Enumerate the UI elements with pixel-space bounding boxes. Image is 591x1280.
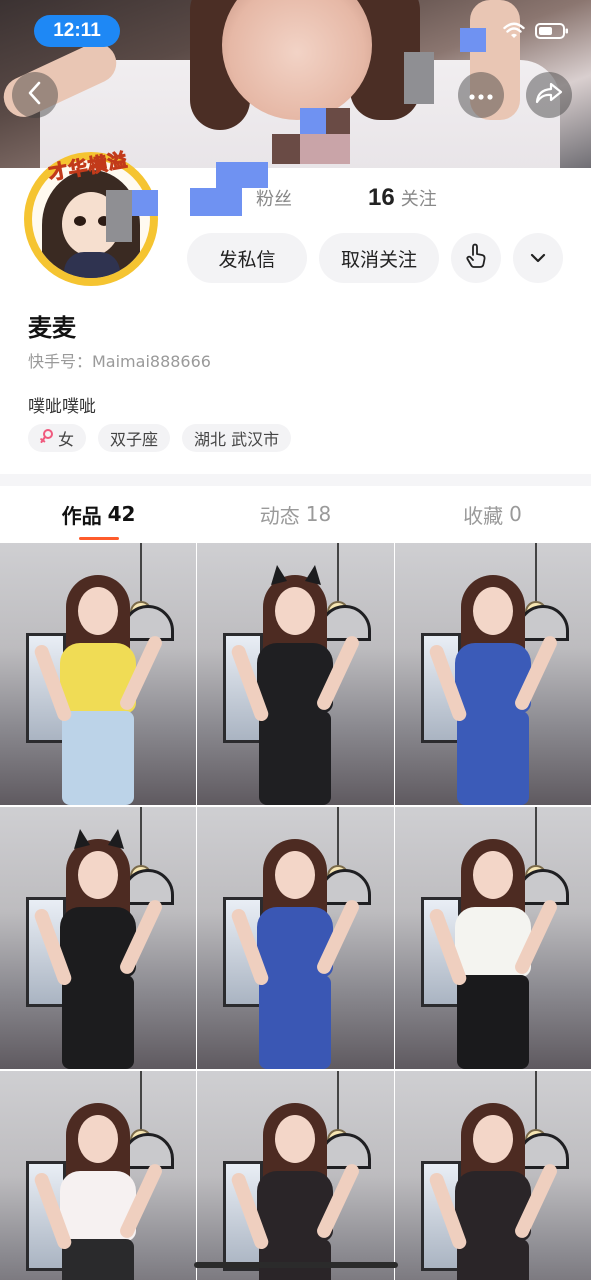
thumbnail-lamp-cord [337, 543, 339, 603]
followers-stat[interactable]: 粉丝 [190, 185, 292, 211]
thumbnail-person-face [473, 1115, 513, 1163]
video-thumbnail[interactable] [197, 807, 394, 1069]
mosaic-block [106, 190, 132, 216]
thumbnail-person-bottom [457, 975, 529, 1069]
female-icon [40, 428, 54, 448]
kuaishou-id[interactable]: 快手号：Maimai888666 [28, 348, 211, 372]
thumbnail-person-face [78, 851, 118, 899]
expand-recommendations-button[interactable] [513, 233, 563, 283]
tab-moments-label: 动态 [259, 503, 300, 528]
share-arrow-icon [534, 81, 564, 109]
location-tag: 湖北 武汉市 [182, 424, 292, 452]
video-thumbnail[interactable] [395, 543, 591, 805]
video-thumbnail[interactable] [395, 807, 591, 1069]
mosaic-block [404, 52, 434, 104]
content-tabs: 作品 42 动态 18 收藏 0 [0, 486, 591, 542]
thumbnail-person-face [275, 1115, 315, 1163]
battery-icon [535, 22, 569, 40]
thumbnail-person-face [78, 1115, 118, 1163]
back-button[interactable] [12, 72, 58, 118]
touch-button[interactable] [451, 233, 501, 283]
mosaic-block [300, 134, 350, 164]
more-dots-icon [468, 86, 494, 105]
followers-label: 粉丝 [256, 189, 292, 210]
mosaic-block [300, 108, 326, 134]
tab-favorites-label: 收藏 [463, 503, 504, 528]
status-bar-time: 12:11 [34, 15, 120, 47]
video-thumbnail[interactable] [0, 807, 196, 1069]
chevron-down-icon [529, 249, 547, 268]
thumbnail-person-bottom [259, 1239, 331, 1280]
thumbnail-ears [267, 563, 325, 587]
tab-works-count: 42 [107, 502, 136, 526]
profile-stats: 粉丝 16 关注 [190, 184, 437, 212]
home-indicator [194, 1262, 398, 1268]
gender-tag: 女 [28, 424, 87, 452]
section-divider [0, 474, 591, 486]
wifi-icon [503, 22, 525, 40]
following-label: 关注 [400, 189, 437, 210]
mosaic-block [326, 108, 350, 134]
profile-tags: 女 双子座 湖北 武汉市 [28, 424, 292, 452]
thumbnail-person-bottom [457, 1239, 529, 1280]
thumbnail-person-bottom [62, 975, 134, 1069]
thumbnail-lamp-cord [337, 1071, 339, 1131]
following-stat[interactable]: 16 关注 [368, 184, 437, 212]
thumbnail-person-bottom [457, 711, 529, 805]
tab-favorites[interactable]: 收藏 0 [394, 486, 591, 542]
share-button[interactable] [526, 72, 572, 118]
thumbnail-person-face [473, 587, 513, 635]
thumbnail-person-face [78, 587, 118, 635]
video-thumbnail[interactable] [197, 1071, 394, 1280]
send-message-button[interactable]: 发私信 [187, 233, 307, 283]
chevron-left-icon [26, 80, 44, 110]
thumbnail-person-face [275, 587, 315, 635]
zodiac-tag: 双子座 [98, 424, 171, 452]
profile-bio: 噗呲噗呲 [28, 397, 96, 417]
tab-works-label: 作品 [61, 503, 102, 528]
thumbnail-person-bottom [62, 711, 134, 805]
thumbnail-ears [70, 827, 128, 851]
thumbnail-person-face [275, 851, 315, 899]
thumbnail-lamp-cord [535, 807, 537, 867]
mosaic-block [106, 216, 132, 242]
thumbnail-lamp-cord [535, 1071, 537, 1131]
thumbnail-lamp-cord [140, 1071, 142, 1131]
video-thumbnail[interactable] [395, 1071, 591, 1280]
pointing-hand-icon [465, 243, 487, 273]
gender-tag-label: 女 [58, 430, 75, 449]
thumbnail-person-bottom [62, 1239, 134, 1280]
unfollow-button[interactable]: 取消关注 [319, 233, 439, 283]
tab-moments-count: 18 [305, 502, 332, 526]
video-thumbnail[interactable] [0, 1071, 196, 1280]
video-thumbnail[interactable] [0, 543, 196, 805]
tab-works[interactable]: 作品 42 [0, 486, 197, 542]
mosaic-block [272, 134, 300, 164]
thumbnail-lamp-cord [337, 807, 339, 867]
profile-actions: 发私信 取消关注 [187, 233, 563, 283]
mosaic-block [460, 28, 486, 52]
thumbnail-lamp-cord [140, 807, 142, 867]
tab-favorites-count: 0 [509, 502, 522, 526]
mosaic-block [132, 190, 158, 216]
thumbnail-lamp-cord [535, 543, 537, 603]
following-count: 16 [368, 184, 395, 211]
thumbnail-lamp-cord [140, 543, 142, 603]
status-bar-icons [503, 22, 569, 40]
video-thumbnail[interactable] [197, 543, 394, 805]
thumbnail-person-bottom [259, 975, 331, 1069]
video-grid [0, 543, 591, 1280]
thumbnail-person-bottom [259, 711, 331, 805]
more-options-button[interactable] [458, 72, 504, 118]
tab-moments[interactable]: 动态 18 [197, 486, 394, 542]
profile-name: 麦麦 [28, 314, 76, 342]
thumbnail-person-face [473, 851, 513, 899]
